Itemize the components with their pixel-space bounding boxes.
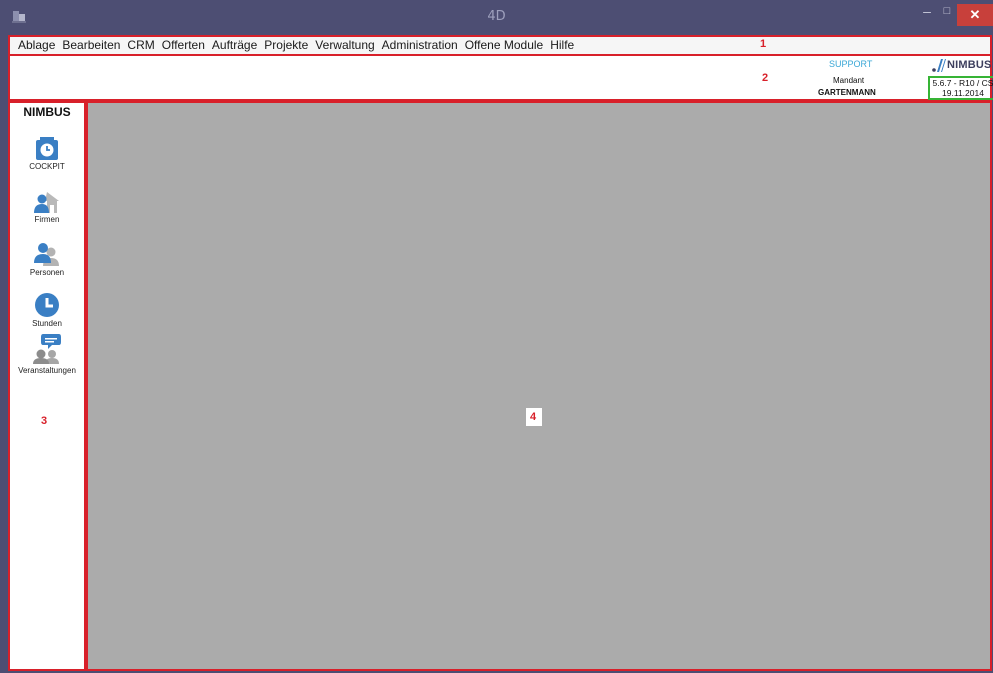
mandant-label: Mandant [833, 76, 865, 85]
menu-auftraege[interactable]: Aufträge [209, 37, 261, 54]
version-date: 19.11.2014 [942, 88, 984, 98]
sidebar-item-firmen[interactable]: Firmen [10, 190, 84, 224]
menu-bar: Ablage Bearbeiten CRM Offerten Aufträge … [8, 35, 992, 56]
sidebar-item-label: Stunden [32, 319, 62, 328]
area-marker-2: 2 [762, 72, 769, 84]
sidebar-title: NIMBUS [23, 105, 71, 119]
clock-icon [35, 293, 59, 317]
maximize-button[interactable]: □ [936, 0, 958, 24]
area-marker-1: 1 [760, 38, 767, 50]
sidebar-item-stunden[interactable]: Stunden [10, 292, 84, 328]
menu-verwaltung[interactable]: Verwaltung [312, 37, 378, 54]
main-workspace[interactable]: 4 [86, 101, 992, 671]
company-house-icon [34, 192, 59, 213]
minimize-button[interactable]: – [916, 0, 938, 24]
menu-projekte[interactable]: Projekte [261, 37, 312, 54]
menu-hilfe[interactable]: Hilfe [547, 37, 578, 54]
window-title: 4D [487, 9, 506, 24]
menu-administration[interactable]: Administration [379, 37, 462, 54]
menu-offene-module[interactable]: Offene Module [462, 37, 548, 54]
event-speech-icon [33, 334, 61, 364]
cockpit-clock-icon [36, 137, 58, 160]
menu-offerten[interactable]: Offerten [159, 37, 209, 54]
title-bar: 4D – □ ✕ [0, 0, 993, 34]
sidebar: NIMBUS COCKPIT Firmen Personen Stunden V… [8, 101, 86, 671]
mandant-name: GARTENMANN [818, 88, 876, 97]
sidebar-item-label: COCKPIT [29, 162, 65, 171]
menu-items: Ablage Bearbeiten CRM Offerten Aufträge … [15, 37, 578, 54]
version-number: 5.6.7 - R10 / CS [932, 78, 993, 88]
sidebar-item-cockpit[interactable]: COCKPIT [10, 137, 84, 171]
area-marker-3: 3 [41, 415, 48, 427]
close-button[interactable]: ✕ [957, 4, 993, 26]
sidebar-item-label: Veranstaltungen [18, 366, 76, 375]
menu-crm[interactable]: CRM [124, 37, 158, 54]
nimbus-logo: NIMBUS [932, 56, 992, 74]
sidebar-item-personen[interactable]: Personen [10, 241, 84, 277]
menu-ablage[interactable]: Ablage [15, 37, 59, 54]
support-link[interactable]: SUPPORT [829, 59, 872, 69]
header-panel: 2 SUPPORT Mandant GARTENMANN NIMBUS 5.6.… [8, 56, 993, 101]
persons-icon [34, 243, 59, 266]
sidebar-item-veranstaltungen[interactable]: Veranstaltungen [10, 333, 84, 375]
version-info: 5.6.7 - R10 / CS 19.11.2014 [928, 76, 993, 100]
sidebar-item-label: Personen [29, 268, 65, 277]
area-marker-4: 4 [530, 411, 537, 423]
nimbus-logo-icon [932, 59, 946, 72]
logo-text: NIMBUS [947, 59, 992, 71]
sidebar-item-label: Firmen [34, 215, 60, 224]
menu-bearbeiten[interactable]: Bearbeiten [59, 37, 124, 54]
